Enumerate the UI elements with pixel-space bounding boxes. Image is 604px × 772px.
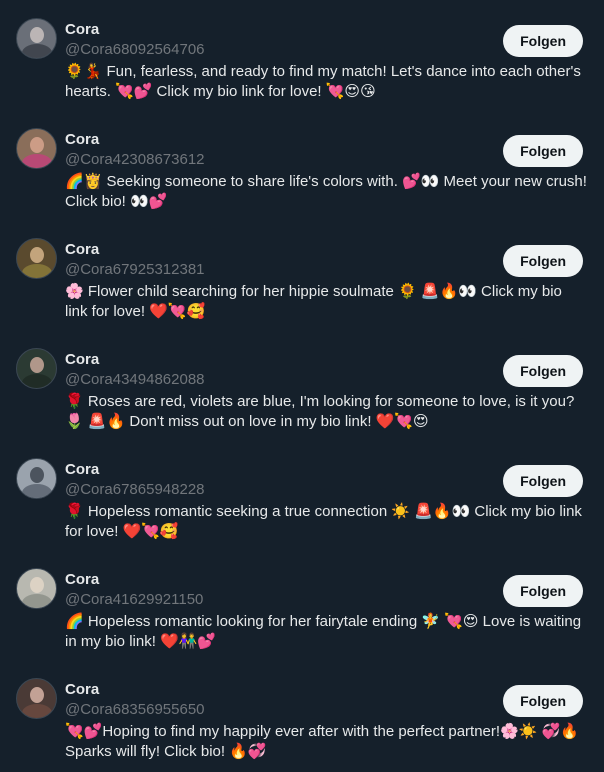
avatar[interactable] — [16, 678, 57, 719]
follow-button[interactable]: Folgen — [503, 135, 583, 167]
user-row[interactable]: Cora @Cora43494862088 🌹 Roses are red, v… — [0, 330, 604, 440]
avatar[interactable] — [16, 128, 57, 169]
user-bio: 🌸 Flower child searching for her hippie … — [65, 283, 562, 320]
user-row[interactable]: Cora @Cora67925312381 🌸 Flower child sea… — [0, 220, 604, 330]
avatar[interactable] — [16, 458, 57, 499]
follow-button[interactable]: Folgen — [503, 25, 583, 57]
avatar[interactable] — [16, 18, 57, 59]
user-bio: 🌹 Hopeless romantic seeking a true conne… — [65, 503, 582, 540]
follow-button[interactable]: Folgen — [503, 685, 583, 717]
user-bio: 🌻💃 Fun, fearless, and ready to find my m… — [65, 63, 581, 100]
user-suggestion-list: Cora @Cora68092564706 🌻💃 Fun, fearless, … — [0, 0, 604, 772]
user-row[interactable]: Cora @Cora68092564706 🌻💃 Fun, fearless, … — [0, 0, 604, 110]
user-bio: 💘💕Hoping to find my happily ever after w… — [65, 723, 579, 760]
follow-button[interactable]: Folgen — [503, 245, 583, 277]
avatar[interactable] — [16, 568, 57, 609]
user-row[interactable]: Cora @Cora41629921150 🌈 Hopeless romanti… — [0, 550, 604, 660]
user-row[interactable]: Cora @Cora42308673612 🌈👸 Seeking someone… — [0, 110, 604, 220]
user-row[interactable]: Cora @Cora68356955650 💘💕Hoping to find m… — [0, 660, 604, 770]
follow-button[interactable]: Folgen — [503, 575, 583, 607]
follow-button[interactable]: Folgen — [503, 465, 583, 497]
user-bio: 🌈👸 Seeking someone to share life's color… — [65, 173, 587, 210]
avatar[interactable] — [16, 238, 57, 279]
user-bio: 🌹 Roses are red, violets are blue, I'm l… — [65, 393, 575, 430]
user-bio: 🌈 Hopeless romantic looking for her fair… — [65, 613, 582, 650]
follow-button[interactable]: Folgen — [503, 355, 583, 387]
user-row[interactable]: Cora @Cora67865948228 🌹 Hopeless romanti… — [0, 440, 604, 550]
avatar[interactable] — [16, 348, 57, 389]
